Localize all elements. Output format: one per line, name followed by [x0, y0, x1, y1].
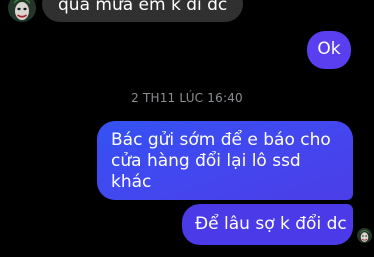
message-timestamp: 2 TH11 LÚC 16:40	[131, 91, 243, 105]
outgoing-message-bubble-long[interactable]: Bác gửi sớm để e báo cho cửa hàng đổi lạ…	[97, 121, 353, 200]
incoming-message-text: quả mưa em k đi dc	[58, 0, 228, 15]
contact-avatar-icon[interactable]	[8, 0, 36, 22]
outgoing-message-line-1: Bác gửi sớm để e báo cho	[111, 130, 331, 150]
outgoing-message-bubble-last[interactable]: Để lâu sợ k đổi dc	[182, 204, 353, 245]
joker-face-icon	[8, 0, 36, 22]
incoming-message-bubble[interactable]: quả mưa em k đi dc	[42, 0, 244, 22]
read-receipt-avatar-icon	[357, 228, 372, 243]
outgoing-message-line-2: cửa hàng đổi lại lô ssd	[111, 151, 301, 171]
outgoing-message-text: Ok	[317, 39, 341, 59]
outgoing-message-text: Để lâu sợ k đổi dc	[195, 214, 347, 234]
joker-face-small-icon	[357, 228, 372, 243]
outgoing-message-bubble-ok[interactable]: Ok	[307, 31, 351, 69]
outgoing-message-line-3: khác	[111, 172, 152, 192]
